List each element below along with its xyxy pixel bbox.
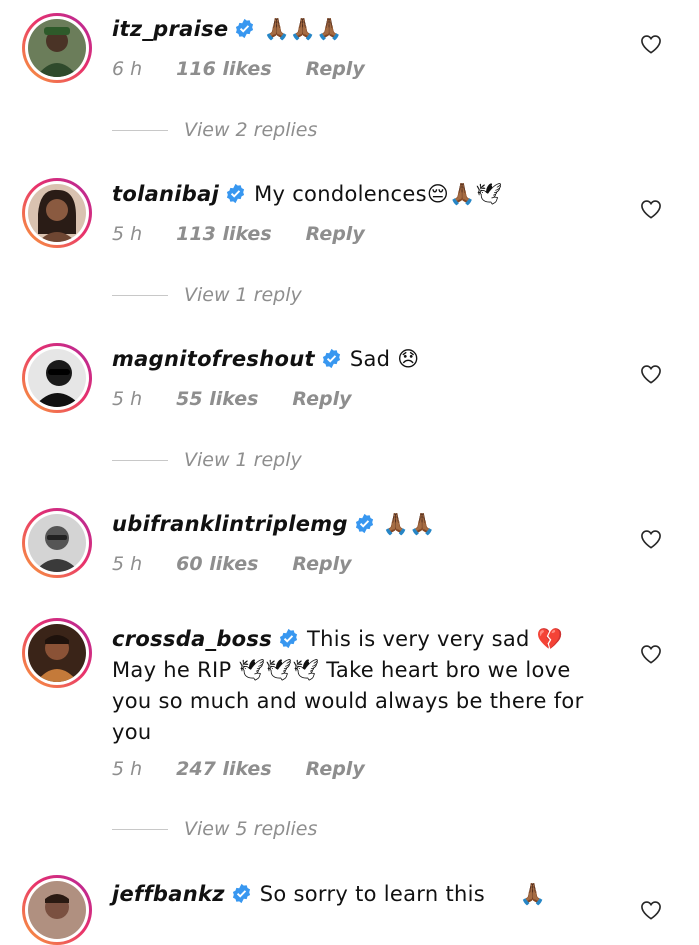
comment-text: jeffbankz So sorry to learn this 🙏🏾 [112, 879, 612, 910]
comment-meta: 5 h 113 likes Reply [112, 223, 399, 245]
verified-badge-icon [225, 183, 246, 204]
username[interactable]: ubifranklintriplemg [112, 512, 348, 536]
username[interactable]: jeffbankz [112, 882, 225, 906]
username[interactable]: itz_praise [112, 17, 228, 41]
avatar[interactable] [22, 618, 92, 688]
comment-text: itz_praise 🙏🏾🙏🏾🙏🏾 [112, 14, 612, 45]
avatar-photo [28, 881, 86, 939]
likes-count[interactable]: 116 likes [176, 58, 271, 80]
comment-body: My condolences😔🙏🏾🕊 [254, 182, 503, 206]
comment-body: So sorry to learn this 🙏🏾 [259, 882, 547, 906]
avatar-ring [25, 621, 89, 685]
comment-body: 🙏🏾🙏🏾🙏🏾 [263, 17, 343, 41]
timestamp: 6 h [112, 58, 143, 80]
heart-outline-icon[interactable] [640, 34, 662, 54]
reply-button[interactable]: Reply [306, 223, 365, 245]
heart-outline-icon[interactable] [640, 529, 662, 549]
comment-body: 🙏🏾🙏🏾 [382, 512, 436, 536]
avatar-photo [28, 19, 86, 77]
reply-button[interactable]: Reply [306, 758, 365, 780]
avatar[interactable] [22, 508, 92, 578]
comment-body: Sad 😞 [349, 347, 420, 371]
avatar[interactable] [22, 178, 92, 248]
heart-outline-icon[interactable] [640, 644, 662, 664]
view-replies-button[interactable]: View 5 replies [112, 818, 317, 840]
comment-meta: 6 h 116 likes Reply [112, 58, 399, 80]
avatar-photo [28, 514, 86, 572]
avatar-photo [28, 184, 86, 242]
heart-outline-icon[interactable] [640, 364, 662, 384]
likes-count[interactable]: 60 likes [176, 553, 258, 575]
heart-outline-icon[interactable] [640, 199, 662, 219]
likes-count[interactable]: 55 likes [176, 388, 258, 410]
comment-text: tolanibaj My condolences😔🙏🏾🕊 [112, 179, 612, 210]
timestamp: 5 h [112, 223, 143, 245]
view-replies-button[interactable]: View 1 reply [112, 284, 302, 306]
avatar-photo [28, 349, 86, 407]
reply-button[interactable]: Reply [292, 553, 351, 575]
view-replies-button[interactable]: View 2 replies [112, 119, 317, 141]
reply-button[interactable]: Reply [292, 388, 351, 410]
timestamp: 5 h [112, 388, 143, 410]
view-replies-button[interactable]: View 1 reply [112, 449, 302, 471]
replies-divider [112, 130, 168, 131]
likes-count[interactable]: 247 likes [176, 758, 271, 780]
avatar[interactable] [22, 875, 92, 945]
likes-count[interactable]: 113 likes [176, 223, 271, 245]
replies-divider [112, 829, 168, 830]
view-replies-label: View 2 replies [184, 119, 318, 141]
avatar[interactable] [22, 13, 92, 83]
avatar-ring [25, 16, 89, 80]
comment-meta: 5 h 55 likes Reply [112, 388, 385, 410]
view-replies-label: View 1 reply [184, 449, 302, 471]
avatar-photo [28, 624, 86, 682]
avatar-ring [25, 878, 89, 942]
replies-divider [112, 295, 168, 296]
heart-outline-icon[interactable] [640, 900, 662, 920]
replies-divider [112, 460, 168, 461]
username[interactable]: crossda_boss [112, 627, 272, 651]
verified-badge-icon [231, 883, 252, 904]
timestamp: 5 h [112, 758, 143, 780]
view-replies-label: View 1 reply [184, 284, 302, 306]
view-replies-label: View 5 replies [184, 818, 318, 840]
verified-badge-icon [278, 628, 299, 649]
comment-meta: 5 h 60 likes Reply [112, 553, 385, 575]
comment-text: magnitofreshout Sad 😞 [112, 344, 612, 375]
avatar[interactable] [22, 343, 92, 413]
comment-meta: 5 h 247 likes Reply [112, 758, 399, 780]
verified-badge-icon [234, 18, 255, 39]
comment-text: ubifranklintriplemg 🙏🏾🙏🏾 [112, 509, 612, 540]
username[interactable]: tolanibaj [112, 182, 219, 206]
verified-badge-icon [354, 513, 375, 534]
reply-button[interactable]: Reply [306, 58, 365, 80]
avatar-ring [25, 181, 89, 245]
comment-text: crossda_boss This is very very sad 💔 May … [112, 624, 602, 748]
avatar-ring [25, 511, 89, 575]
verified-badge-icon [321, 348, 342, 369]
timestamp: 5 h [112, 553, 143, 575]
avatar-ring [25, 346, 89, 410]
username[interactable]: magnitofreshout [112, 347, 315, 371]
